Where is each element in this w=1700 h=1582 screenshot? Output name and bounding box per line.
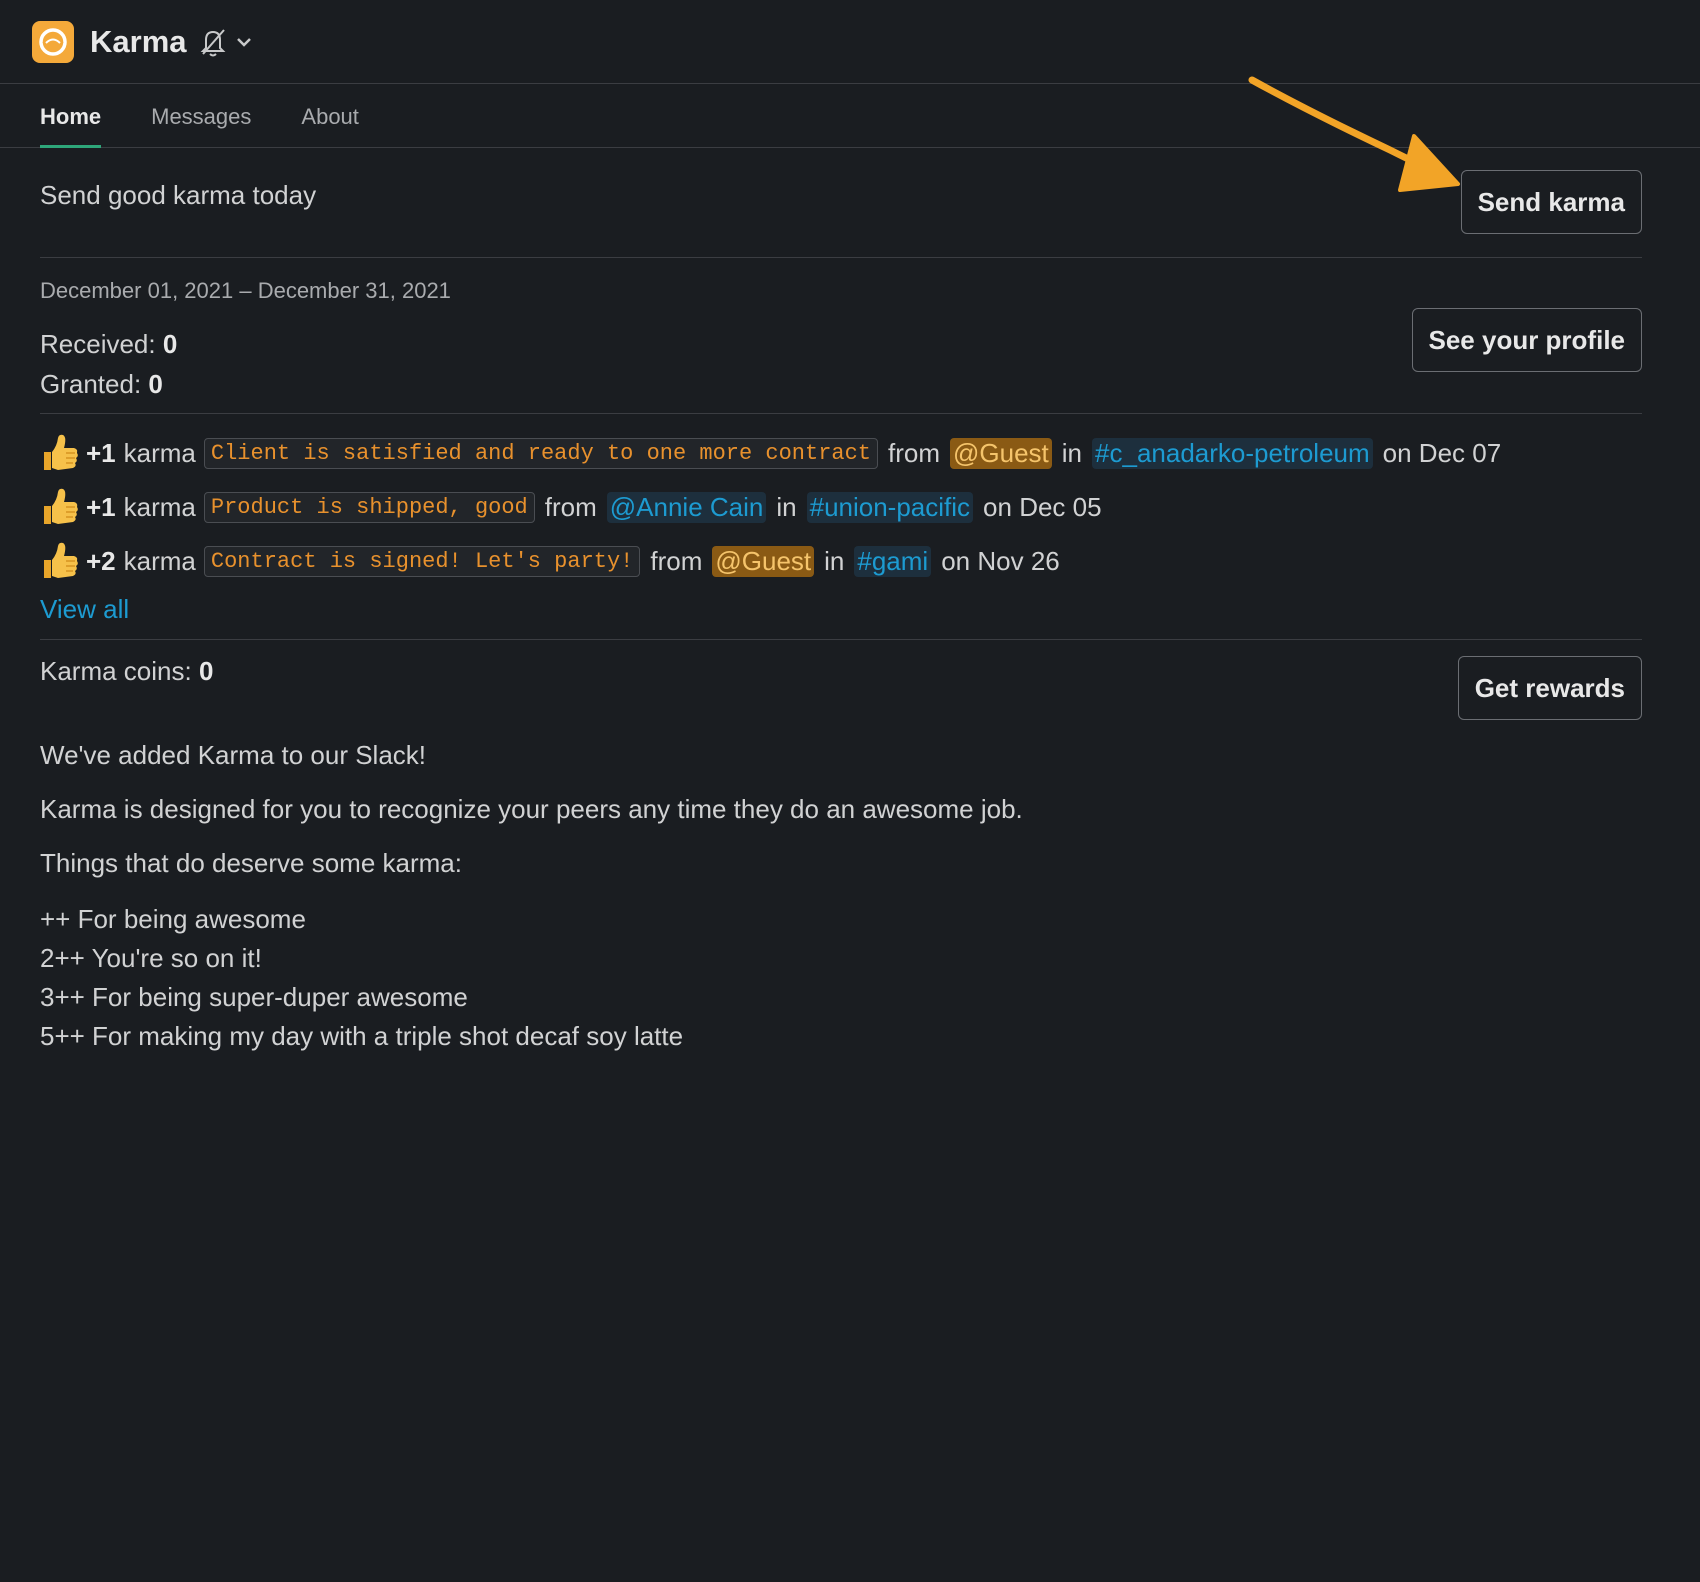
tab-about[interactable]: About: [301, 84, 359, 148]
karma-date: on Dec 07: [1382, 437, 1502, 468]
in-text: in: [776, 491, 797, 522]
user-mention[interactable]: @Guest: [950, 437, 1052, 469]
coins-value: 0: [198, 656, 214, 686]
bell-off-icon[interactable]: [199, 27, 227, 57]
info-line: Things that do deserve some karma:: [40, 848, 462, 878]
karma-coins: Karma coins: 0: [40, 656, 214, 686]
received-stat: Received: 0: [40, 329, 178, 359]
stats-section: December 01, 2021 – December 31, 2021 Re…: [40, 258, 1642, 414]
thumbs-up-icon: [40, 486, 82, 528]
list-item: 3++ For being super-duper awesome: [40, 982, 468, 1012]
karma-date: on Dec 05: [983, 491, 1102, 522]
date-range: December 01, 2021 – December 31, 2021: [40, 278, 451, 303]
karma-message: Client is satisfied and ready to one mor…: [203, 437, 879, 469]
chevron-down-icon[interactable]: [235, 33, 253, 51]
coins-section: Karma coins: 0 Get rewards We've added K…: [40, 640, 1642, 1056]
in-text: in: [1061, 437, 1083, 468]
karma-unit: karma: [123, 437, 196, 468]
channel-link[interactable]: #c_anadarko-petroleum: [1092, 437, 1373, 469]
karma-item: +1 karma Client is satisfied and ready t…: [40, 426, 1642, 480]
user-mention[interactable]: @Guest: [712, 545, 815, 577]
list-item: ++ For being awesome: [40, 904, 306, 934]
home-content: Send good karma today Send karma Decembe…: [0, 148, 1680, 1056]
info-line: We've added Karma to our Slack!: [40, 740, 427, 770]
send-karma-button[interactable]: Send karma: [1460, 170, 1642, 234]
in-text: in: [824, 545, 845, 576]
app-title[interactable]: Karma: [90, 24, 187, 60]
karma-item: +2 karma Contract is signed! Let's party…: [40, 534, 1642, 588]
received-value: 0: [162, 329, 178, 359]
user-mention[interactable]: @Annie Cain: [606, 491, 767, 523]
see-profile-button[interactable]: See your profile: [1411, 308, 1642, 372]
get-rewards-button[interactable]: Get rewards: [1457, 656, 1642, 720]
app-header: Karma: [0, 0, 1700, 84]
list-item: 2++ You're so on it!: [40, 943, 262, 973]
view-all-link[interactable]: View all: [40, 594, 129, 625]
karma-date: on Nov 26: [941, 545, 1060, 576]
from-text: from: [544, 491, 597, 522]
intro-text: Send good karma today: [40, 180, 317, 210]
karma-amount: +2: [86, 545, 116, 576]
tab-messages[interactable]: Messages: [151, 84, 251, 148]
karma-message: Contract is signed! Let's party!: [203, 545, 641, 577]
karma-item: +1 karma Product is shipped, good from @…: [40, 480, 1642, 534]
karma-logo-icon: [32, 20, 74, 63]
from-text: from: [650, 545, 703, 576]
karma-amount: +1: [86, 437, 116, 468]
karma-amount: +1: [86, 491, 116, 522]
tab-bar: Home Messages About: [0, 84, 1700, 148]
intro-section: Send good karma today Send karma: [40, 148, 1642, 258]
thumbs-up-icon: [40, 432, 82, 474]
karma-unit: karma: [123, 491, 196, 522]
tab-home[interactable]: Home: [40, 84, 102, 148]
karma-list: +1 karma Client is satisfied and ready t…: [40, 414, 1642, 640]
thumbs-up-icon: [40, 540, 82, 582]
karma-unit: karma: [123, 545, 196, 576]
karma-message: Product is shipped, good: [203, 491, 535, 523]
info-text: We've added Karma to our Slack! Karma is…: [40, 738, 1642, 1056]
list-item: 5++ For making my day with a triple shot…: [40, 1021, 684, 1051]
from-text: from: [888, 437, 941, 468]
granted-value: 0: [148, 369, 163, 399]
info-line: Karma is designed for you to recognize y…: [40, 794, 1023, 824]
granted-stat: Granted: 0: [40, 369, 163, 399]
channel-link[interactable]: #gami: [854, 545, 932, 577]
channel-link[interactable]: #union-pacific: [806, 491, 974, 523]
